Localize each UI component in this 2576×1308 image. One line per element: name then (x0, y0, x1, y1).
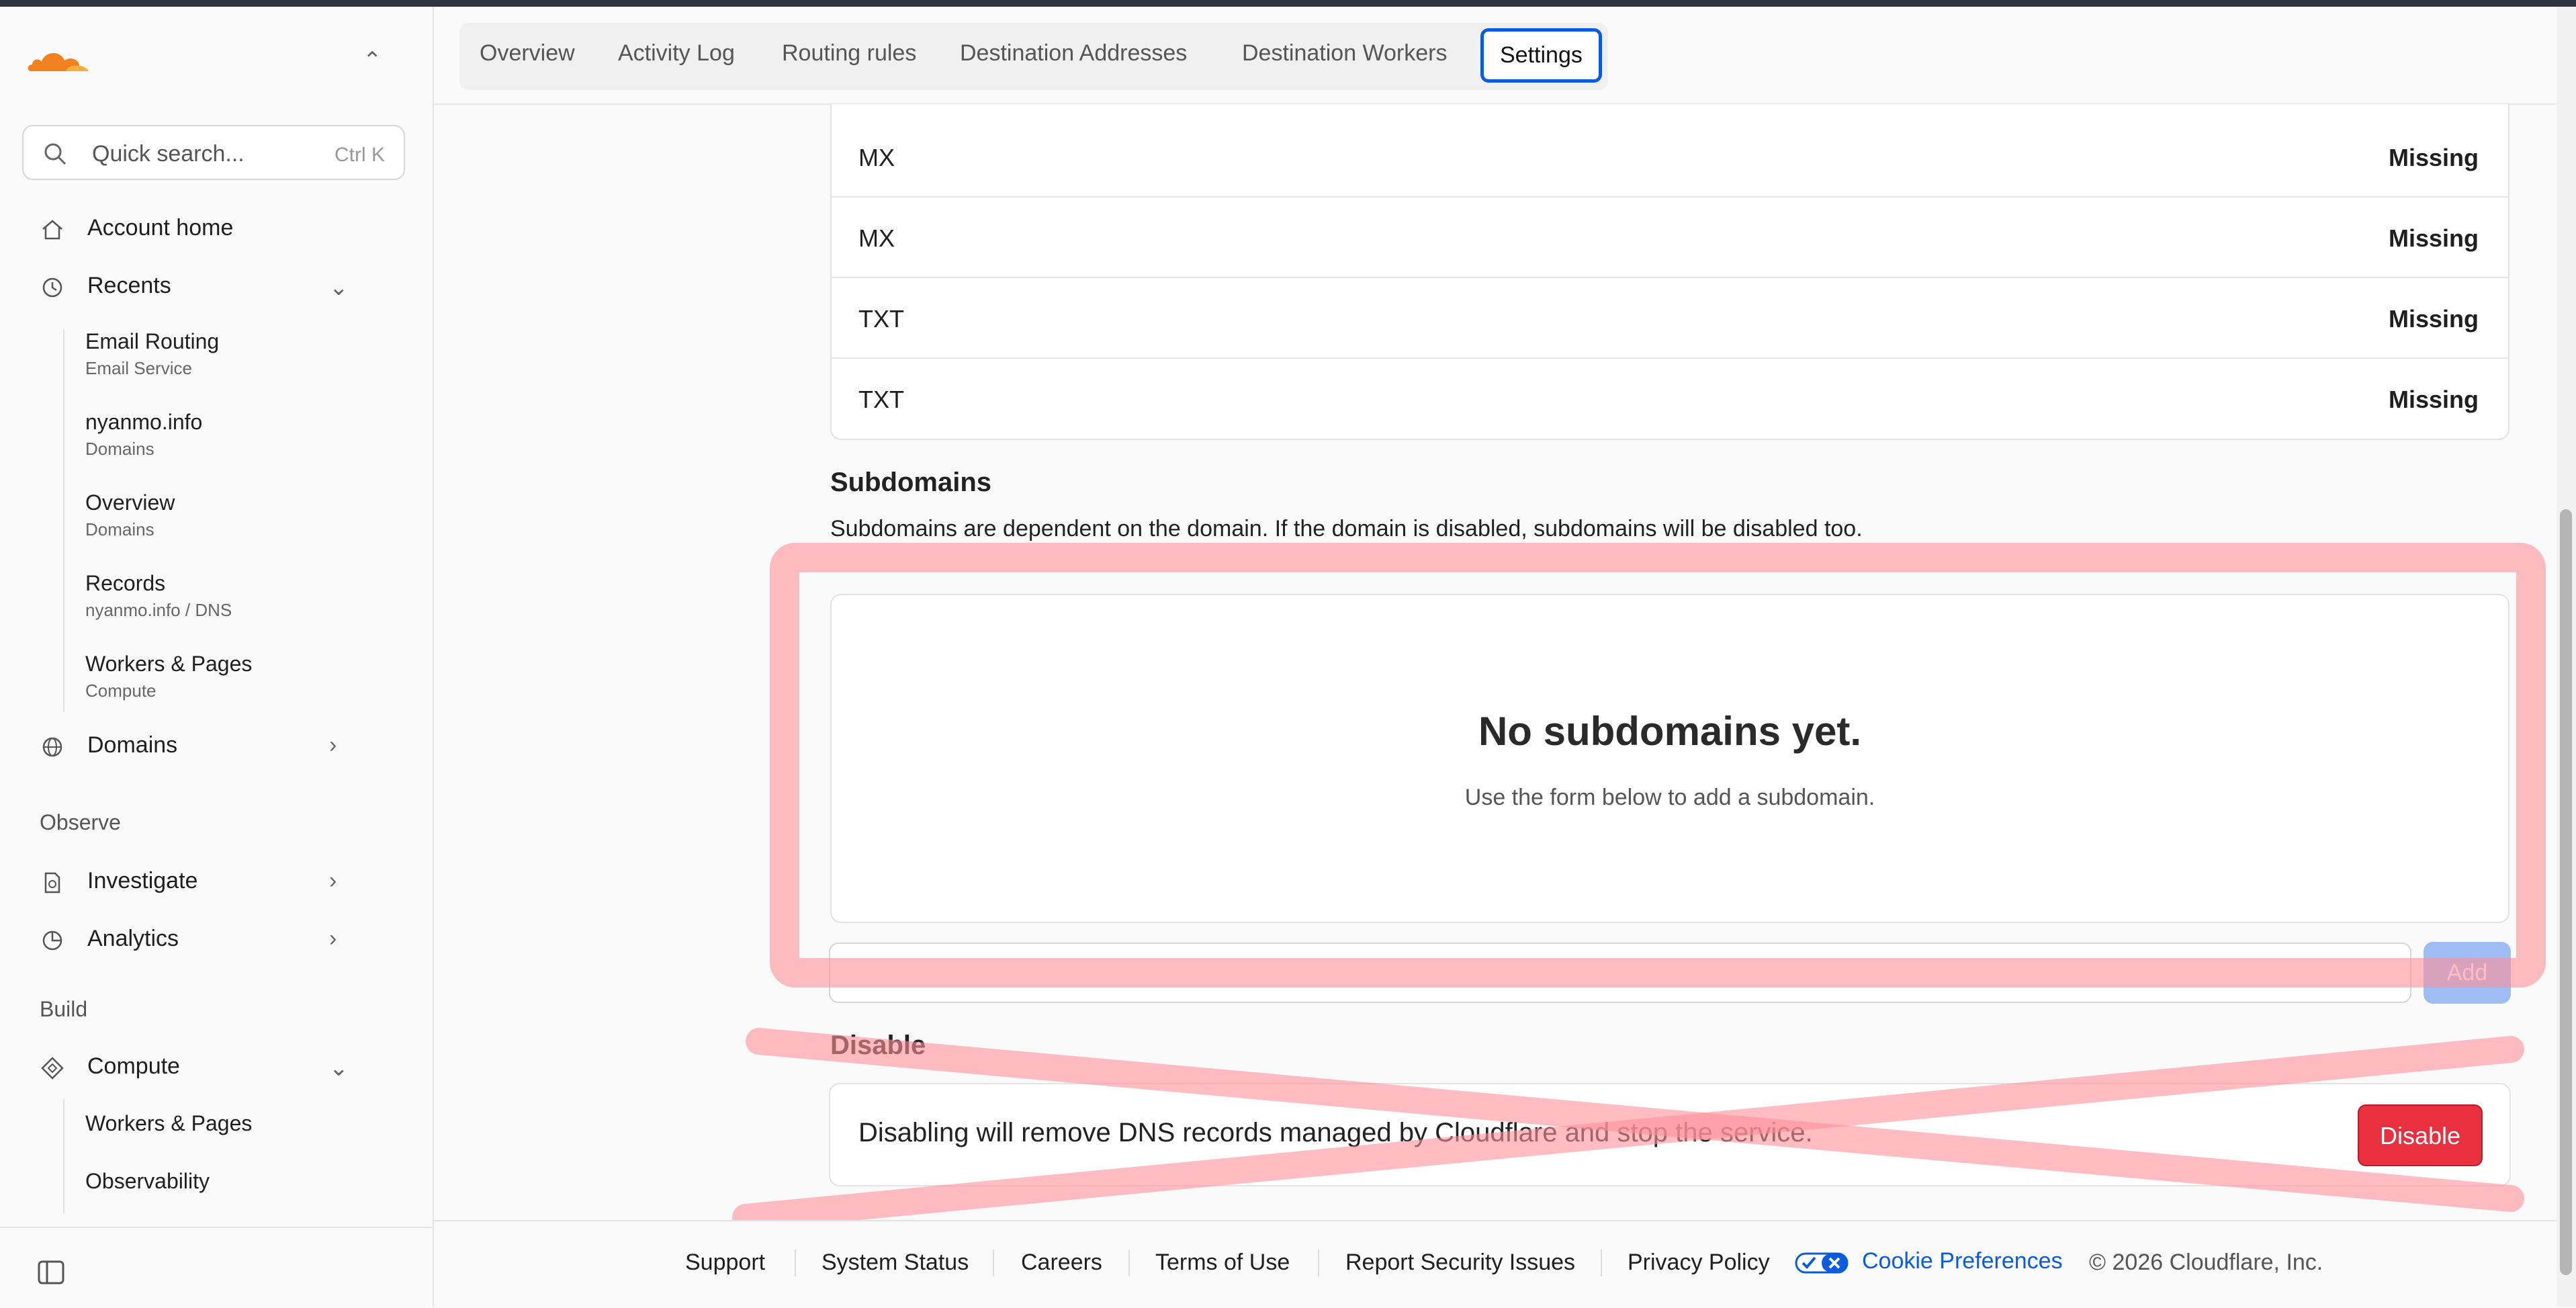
chevron-down-icon[interactable]: ⌄ (329, 274, 349, 301)
footer-separator (1318, 1250, 1319, 1276)
disable-description: Disabling will remove DNS records manage… (858, 1118, 1813, 1147)
empty-state-title: No subdomains yet. (1478, 709, 1862, 754)
footer-link-careers[interactable]: Careers (1021, 1250, 1102, 1276)
recent-item[interactable]: Overview Domains (85, 490, 175, 540)
subdomain-input[interactable] (829, 943, 2411, 1003)
recent-item[interactable]: Email Routing Email Service (85, 329, 219, 379)
cloudflare-logo-icon[interactable] (26, 42, 93, 77)
table-row: MX Missing (832, 198, 2508, 278)
tab-overview[interactable]: Overview (480, 40, 575, 67)
subdomains-empty-state: No subdomains yet. Use the form below to… (830, 594, 2510, 923)
globe-icon (42, 737, 62, 757)
recent-item[interactable]: Records nyanmo.info / DNS (85, 571, 232, 621)
sidebar: ⌃ Quick search... Ctrl K Account home Re… (0, 7, 434, 1307)
footer-link-system-status[interactable]: System Status (821, 1250, 969, 1276)
disable-card: Disabling will remove DNS records manage… (829, 1083, 2511, 1186)
account-switcher-icon[interactable]: ⌃ (363, 47, 382, 74)
pie-chart-icon (42, 930, 62, 951)
privacy-choices-icon[interactable] (1795, 1250, 1849, 1276)
document-search-icon (44, 872, 60, 893)
tab-destination-addresses[interactable]: Destination Addresses (960, 40, 1187, 67)
footer-link-cookie-preferences[interactable]: Cookie Preferences (1862, 1248, 2063, 1274)
compute-icon (41, 1057, 64, 1080)
disable-button[interactable]: Disable (2358, 1104, 2483, 1166)
footer-link-security[interactable]: Report Security Issues (1345, 1250, 1575, 1276)
footer-separator (1601, 1250, 1602, 1276)
tab-strip: Overview Activity Log Routing rules Dest… (459, 23, 1608, 90)
tab-destination-workers[interactable]: Destination Workers (1242, 40, 1448, 67)
group-label-build: Build (40, 997, 88, 1021)
status-badge: Missing (2388, 144, 2479, 171)
dns-records-table: MX Missing MX Missing TXT Missing TXT Mi… (830, 104, 2510, 440)
compute-item[interactable]: Observability (85, 1169, 210, 1194)
compute-item[interactable]: Workers & Pages (85, 1111, 252, 1136)
footer-separator (1128, 1250, 1130, 1276)
status-badge: Missing (2388, 224, 2479, 252)
search-placeholder: Quick search... (92, 141, 245, 167)
tree-line (63, 1099, 64, 1213)
search-shortcut: Ctrl K (335, 144, 385, 166)
subdomains-heading: Subdomains (830, 468, 992, 497)
top-bar (0, 0, 2576, 7)
tab-activity-log[interactable]: Activity Log (618, 40, 735, 67)
scrollbar-thumb[interactable] (2560, 509, 2572, 1275)
footer-separator (795, 1250, 796, 1276)
footer-link-support[interactable]: Support (685, 1250, 765, 1276)
history-icon (42, 277, 62, 298)
table-row: TXT Missing (832, 278, 2508, 359)
chevron-right-icon[interactable]: › (329, 868, 337, 894)
group-label-observe: Observe (40, 810, 121, 834)
recent-item[interactable]: nyanmo.info Domains (85, 410, 202, 460)
chevron-down-icon[interactable]: ⌄ (329, 1055, 349, 1082)
subdomains-description: Subdomains are dependent on the domain. … (830, 516, 1863, 541)
search-icon (44, 143, 66, 165)
footer-separator (993, 1250, 994, 1276)
chevron-right-icon[interactable]: › (329, 732, 337, 758)
add-subdomain-button[interactable]: Add (2424, 942, 2511, 1004)
empty-state-description: Use the form below to add a subdomain. (1464, 785, 1875, 810)
table-row: MX Missing (832, 117, 2508, 198)
tab-routing-rules[interactable]: Routing rules (782, 40, 916, 67)
sidebar-divider (0, 1227, 433, 1228)
tree-line (63, 329, 64, 712)
tab-settings[interactable]: Settings (1480, 28, 1602, 83)
quick-search[interactable]: Quick search... Ctrl K (22, 125, 405, 180)
recent-item[interactable]: Workers & Pages Compute (85, 652, 252, 701)
chevron-right-icon[interactable]: › (329, 926, 337, 952)
status-badge: Missing (2388, 305, 2479, 333)
sidebar-collapse-icon[interactable] (38, 1260, 64, 1284)
home-icon (42, 220, 62, 240)
footer-link-terms[interactable]: Terms of Use (1155, 1250, 1290, 1276)
status-badge: Missing (2388, 386, 2479, 413)
disable-heading: Disable (830, 1031, 926, 1060)
footer-copyright: © 2026 Cloudflare, Inc. (2089, 1250, 2323, 1275)
table-row: TXT Missing (858, 386, 2479, 413)
footer-link-privacy[interactable]: Privacy Policy (1628, 1250, 1770, 1276)
